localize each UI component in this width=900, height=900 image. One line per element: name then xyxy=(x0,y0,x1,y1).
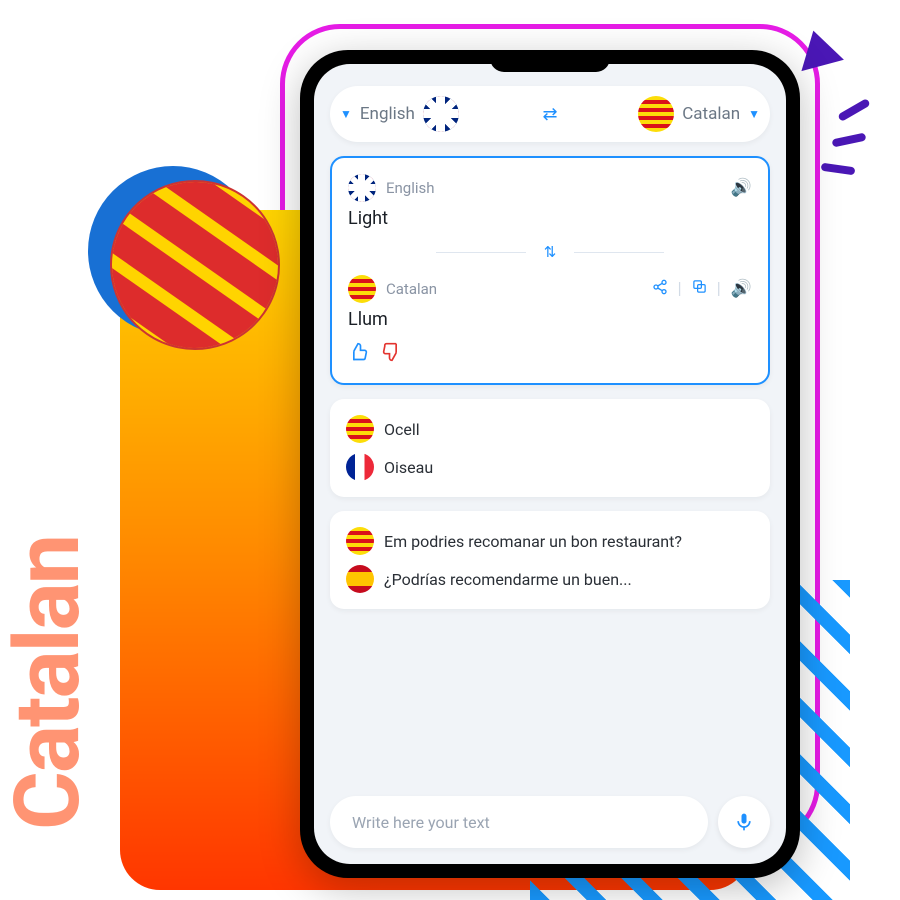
divider-line xyxy=(436,252,526,253)
language-bar: ▼ English ⇄ Catalan ▼ xyxy=(330,86,770,142)
app-screen: ▼ English ⇄ Catalan ▼ English 🔊 Light xyxy=(314,64,786,864)
text-input[interactable]: Write here your text xyxy=(330,796,708,848)
history-target-text: Oiseau xyxy=(384,458,433,477)
chevron-down-icon: ▼ xyxy=(748,107,760,121)
uk-flag-icon xyxy=(348,174,376,202)
target-language-label: Catalan xyxy=(682,104,740,124)
microphone-button[interactable] xyxy=(718,796,770,848)
feedback-row xyxy=(348,342,752,367)
catalan-flag-icon xyxy=(348,275,376,303)
catalan-flag-icon xyxy=(346,415,374,443)
target-lang-label: Catalan xyxy=(386,280,437,298)
dash-accent xyxy=(837,98,870,122)
background-label: Catalan xyxy=(0,536,100,830)
input-bar: Write here your text xyxy=(330,796,770,848)
copy-button[interactable] xyxy=(692,279,707,299)
history-item[interactable]: Ocell Oiseau xyxy=(330,399,770,497)
history-source-text: Ocell xyxy=(384,420,420,439)
separator: | xyxy=(678,279,682,299)
speak-source-button[interactable]: 🔊 xyxy=(731,178,752,198)
source-text: Light xyxy=(348,208,752,229)
dash-accent xyxy=(832,133,867,148)
swap-languages-button[interactable]: ⇄ xyxy=(542,104,557,125)
swap-vertical-icon: ⇅ xyxy=(544,243,557,261)
history-source-text: Em podries recomanar un bon restaurant? xyxy=(384,532,682,551)
source-lang-label: English xyxy=(386,179,435,197)
target-text: Llum xyxy=(348,309,752,330)
thumbs-down-button[interactable] xyxy=(382,342,402,367)
uk-flag-icon xyxy=(423,96,459,132)
history-target-text: ¿Podrías recomendarme un buen... xyxy=(384,570,632,589)
input-placeholder: Write here your text xyxy=(352,813,490,832)
speak-target-button[interactable]: 🔊 xyxy=(731,279,752,299)
dash-accent xyxy=(821,163,856,176)
card-swap[interactable]: ⇅ xyxy=(348,243,752,261)
share-button[interactable] xyxy=(652,279,668,300)
thumbs-up-button[interactable] xyxy=(348,342,368,367)
source-language-select[interactable]: ▼ English xyxy=(340,96,536,132)
separator: | xyxy=(717,279,721,299)
spain-flag-icon xyxy=(346,565,374,593)
history-item[interactable]: Em podries recomanar un bon restaurant? … xyxy=(330,511,770,609)
target-language-select[interactable]: Catalan ▼ xyxy=(564,96,760,132)
chevron-down-icon: ▼ xyxy=(340,107,352,121)
phone-notch xyxy=(490,50,610,72)
france-flag-icon xyxy=(346,453,374,481)
triangle-accent xyxy=(792,25,844,71)
catalan-flag-icon xyxy=(346,527,374,555)
source-language-label: English xyxy=(360,104,415,124)
phone-frame: ▼ English ⇄ Catalan ▼ English 🔊 Light xyxy=(300,50,800,878)
divider-line xyxy=(574,252,664,253)
translation-card: English 🔊 Light ⇅ Catalan | xyxy=(330,156,770,385)
catalan-flag-icon xyxy=(638,96,674,132)
